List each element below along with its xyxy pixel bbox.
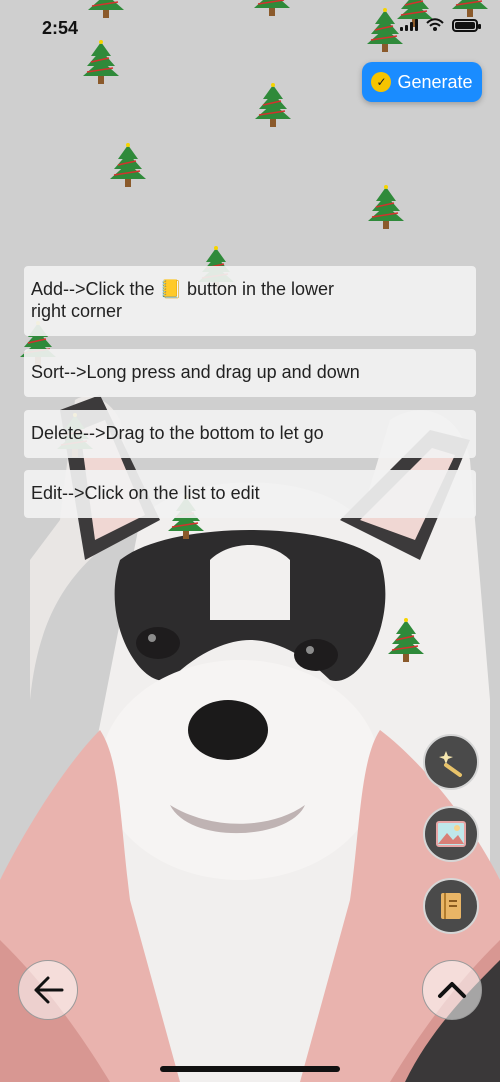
christmas-tree-icon bbox=[83, 40, 119, 84]
cellular-signal-icon bbox=[400, 19, 418, 31]
status-icons bbox=[400, 18, 481, 32]
christmas-tree-icon bbox=[255, 83, 291, 127]
christmas-tree-icon bbox=[110, 143, 146, 187]
chevron-up-icon bbox=[438, 982, 466, 998]
falling-trees-decoration bbox=[20, 0, 488, 662]
list-item-text: Edit-->Click on the list to edit bbox=[31, 483, 260, 503]
generate-label: Generate bbox=[397, 71, 473, 92]
list-item-add[interactable]: Add-->Click the 📒 button in the lower ri… bbox=[24, 266, 476, 336]
image-button[interactable] bbox=[423, 806, 479, 862]
list-item-edit[interactable]: Edit-->Click on the list to edit bbox=[24, 470, 476, 518]
list-item-sort[interactable]: Sort-->Long press and drag up and down bbox=[24, 349, 476, 397]
notebook-button[interactable] bbox=[423, 878, 479, 934]
notebook-icon bbox=[441, 893, 461, 919]
scroll-top-button[interactable] bbox=[422, 960, 482, 1020]
back-arrow-icon bbox=[34, 976, 64, 1004]
magic-wand-icon bbox=[439, 751, 462, 777]
image-icon bbox=[436, 821, 466, 847]
check-badge-icon: ✓ bbox=[371, 72, 392, 92]
status-time: 2:54 bbox=[42, 18, 79, 38]
list-item-text: right corner bbox=[31, 301, 123, 321]
home-indicator bbox=[160, 1066, 340, 1072]
list-item-text: Delete-->Drag to the bottom to let go bbox=[31, 423, 324, 443]
christmas-tree-icon bbox=[388, 618, 424, 662]
christmas-tree-icon bbox=[367, 8, 403, 52]
list-item-text: Sort-->Long press and drag up and down bbox=[31, 362, 360, 382]
battery-icon bbox=[452, 18, 481, 32]
back-button[interactable] bbox=[18, 960, 78, 1020]
christmas-tree-icon bbox=[88, 0, 124, 18]
list-item-text: Add-->Click the 📒 button in the lower bbox=[31, 279, 335, 299]
list-item-delete[interactable]: Delete-->Drag to the bottom to let go bbox=[24, 410, 476, 458]
wifi-icon bbox=[426, 18, 444, 31]
magic-wand-button[interactable] bbox=[423, 734, 479, 790]
generate-button[interactable]: ✓ Generate bbox=[362, 62, 482, 102]
christmas-tree-icon bbox=[368, 185, 404, 229]
christmas-tree-icon bbox=[254, 0, 290, 16]
christmas-tree-icon bbox=[452, 0, 488, 17]
